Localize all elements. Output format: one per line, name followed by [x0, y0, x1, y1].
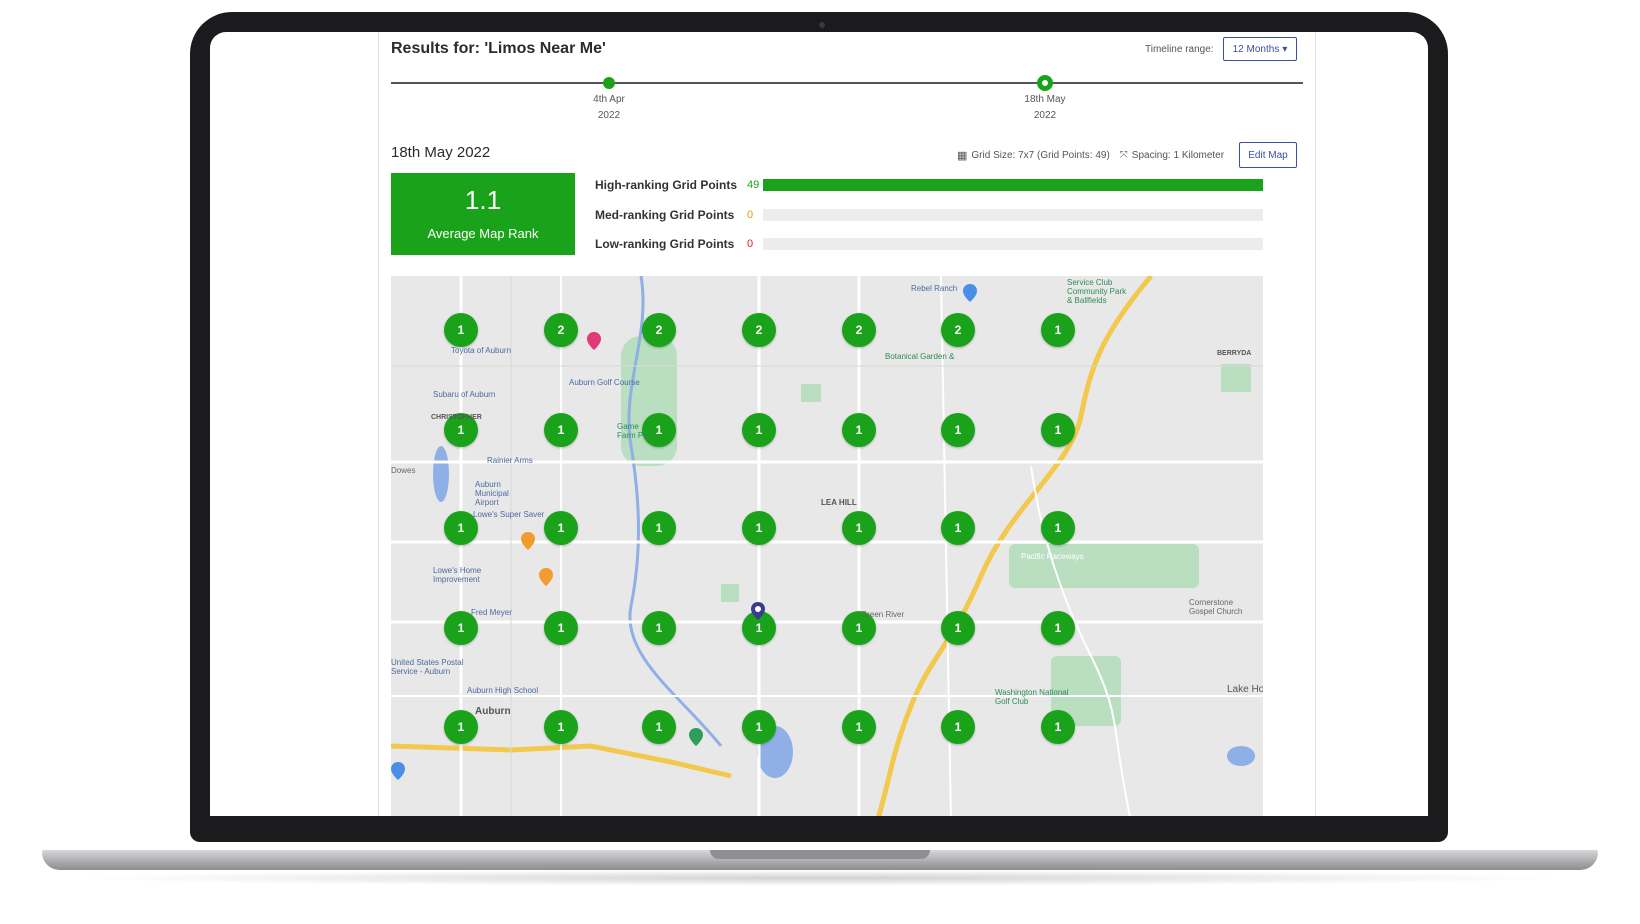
map-label: Lake Hol: [1227, 684, 1263, 695]
grid-point-marker[interactable]: 2: [742, 313, 776, 347]
map-label: United States Postal Service - Auburn: [391, 658, 464, 676]
map-label: Game Farm Park: [617, 422, 655, 440]
spacing-icon: ⤧: [1119, 150, 1128, 161]
average-rank-value: 1.1: [464, 185, 502, 215]
grid-point-marker[interactable]: 2: [941, 313, 975, 347]
high-ranking-count: 49: [747, 179, 760, 191]
timeline-range-label: Timeline range:: [1145, 44, 1214, 55]
grid-point-marker[interactable]: 1: [1041, 413, 1075, 447]
map-label: Washington National Golf Club: [995, 688, 1069, 706]
grid-point-marker[interactable]: 1: [941, 611, 975, 645]
map-label: Cornerstone Gospel Church: [1189, 598, 1243, 616]
grid-point-marker[interactable]: 1: [842, 511, 876, 545]
place-pin-icon: [539, 568, 553, 586]
rank-grid-map[interactable]: 12222211111111111111111111111111111 Rebe…: [391, 276, 1263, 816]
grid-point-marker[interactable]: 1: [842, 413, 876, 447]
low-ranking-bar: [763, 238, 1263, 250]
map-label: Dowes: [391, 466, 416, 475]
timeline-range-select[interactable]: 12 Months ▾: [1223, 37, 1297, 61]
map-label: CHRISTOPHER: [431, 414, 482, 421]
grid-point-marker[interactable]: 1: [1041, 313, 1075, 347]
average-rank-label: Average Map Rank: [427, 226, 539, 241]
map-label: Green River: [861, 610, 905, 619]
timeline-date-2: 18th May 2022: [1024, 94, 1066, 121]
high-ranking-bar-fill: [763, 179, 1263, 191]
med-ranking-count: 0: [747, 209, 754, 221]
map-label: Lowe's Home Improvement: [433, 566, 482, 584]
grid-info: ▦ Grid Size: 7x7 (Grid Points: 49) ⤧ Spa…: [957, 149, 1224, 162]
place-pin-icon: [391, 762, 405, 780]
high-ranking-row: High-ranking Grid Points 49: [595, 177, 1263, 193]
map-label: Auburn Municipal Airport: [475, 480, 509, 507]
grid-point-marker[interactable]: 1: [742, 511, 776, 545]
place-pin-icon: [587, 332, 601, 350]
map-label: Toyota of Auburn: [451, 346, 512, 355]
grid-point-marker[interactable]: 1: [642, 611, 676, 645]
med-ranking-label: Med-ranking Grid Points: [595, 208, 735, 222]
spacing-text: Spacing: 1 Kilometer: [1131, 150, 1225, 161]
average-rank-card: 1.1 Average Map Rank: [391, 173, 575, 255]
laptop-notch: [710, 850, 930, 859]
place-pin-icon: [521, 532, 535, 550]
low-ranking-count: 0: [747, 238, 754, 250]
grid-point-marker[interactable]: 1: [941, 413, 975, 447]
place-pin-icon: [963, 284, 977, 302]
grid-point-marker[interactable]: 1: [544, 511, 578, 545]
grid-point-marker[interactable]: 1: [742, 710, 776, 744]
grid-point-marker[interactable]: 1: [642, 710, 676, 744]
grid-point-marker[interactable]: 2: [544, 313, 578, 347]
timeline-point-1[interactable]: [603, 77, 615, 89]
grid-point-marker[interactable]: 1: [444, 313, 478, 347]
timeline-point-2-selected[interactable]: [1037, 75, 1053, 91]
grid-point-marker[interactable]: 2: [642, 313, 676, 347]
grid-point-marker[interactable]: 1: [742, 413, 776, 447]
edit-map-button[interactable]: Edit Map: [1239, 142, 1297, 168]
high-ranking-bar: [763, 179, 1263, 191]
location-pin-icon[interactable]: [751, 602, 765, 620]
grid-point-marker[interactable]: 1: [544, 413, 578, 447]
place-pin-icon: [689, 728, 703, 746]
timeline-track: [391, 82, 1303, 84]
webcam: [819, 22, 825, 28]
laptop-screen: Results for: 'Limos Near Me' Timeline ra…: [210, 32, 1428, 816]
timeline-range-value: 12 Months: [1232, 43, 1280, 55]
med-ranking-row: Med-ranking Grid Points 0: [595, 207, 1263, 223]
map-label: Subaru of Auburn: [433, 390, 496, 399]
timeline-date-1: 4th Apr 2022: [593, 94, 625, 121]
grid-point-marker[interactable]: 1: [444, 710, 478, 744]
low-ranking-row: Low-ranking Grid Points 0: [595, 236, 1263, 252]
page-title: Results for: 'Limos Near Me': [391, 40, 606, 57]
grid-point-marker[interactable]: 1: [544, 611, 578, 645]
high-ranking-label: High-ranking Grid Points: [595, 178, 738, 192]
map-label: Rainier Arms: [487, 456, 533, 465]
grid-point-marker[interactable]: 1: [842, 710, 876, 744]
map-label: Pacific Raceways: [1021, 552, 1084, 561]
med-ranking-bar: [763, 209, 1263, 221]
map-label: LEA HILL: [821, 498, 857, 507]
grid-point-marker[interactable]: 1: [1041, 511, 1075, 545]
map-label: Service Club Community Park & Ballfields: [1067, 278, 1127, 305]
selected-date-heading: 18th May 2022: [391, 144, 491, 161]
grid-point-marker[interactable]: 1: [941, 511, 975, 545]
chevron-down-icon: ▾: [1282, 43, 1288, 55]
map-label: Auburn Golf Course: [569, 378, 640, 387]
map-label: Botanical Garden &: [885, 352, 955, 361]
map-label: Auburn: [475, 706, 511, 717]
map-label: BERRYDA: [1217, 350, 1252, 357]
low-ranking-label: Low-ranking Grid Points: [595, 237, 735, 251]
grid-icon: ▦: [957, 150, 968, 162]
map-label: Rebel Ranch: [911, 284, 958, 293]
grid-point-marker[interactable]: 2: [842, 313, 876, 347]
map-label: Lowe's Super Saver: [473, 510, 545, 519]
map-label: Auburn High School: [467, 686, 539, 695]
grid-point-marker[interactable]: 1: [1041, 710, 1075, 744]
grid-size-text: Grid Size: 7x7 (Grid Points: 49): [971, 150, 1110, 161]
grid-point-marker[interactable]: 1: [1041, 611, 1075, 645]
laptop-shadow: [70, 870, 1570, 886]
report-panel: Results for: 'Limos Near Me' Timeline ra…: [378, 32, 1316, 816]
grid-point-marker[interactable]: 1: [941, 710, 975, 744]
grid-point-marker[interactable]: 1: [642, 511, 676, 545]
map-label: Fred Meyer: [471, 608, 512, 617]
grid-point-marker[interactable]: 1: [544, 710, 578, 744]
